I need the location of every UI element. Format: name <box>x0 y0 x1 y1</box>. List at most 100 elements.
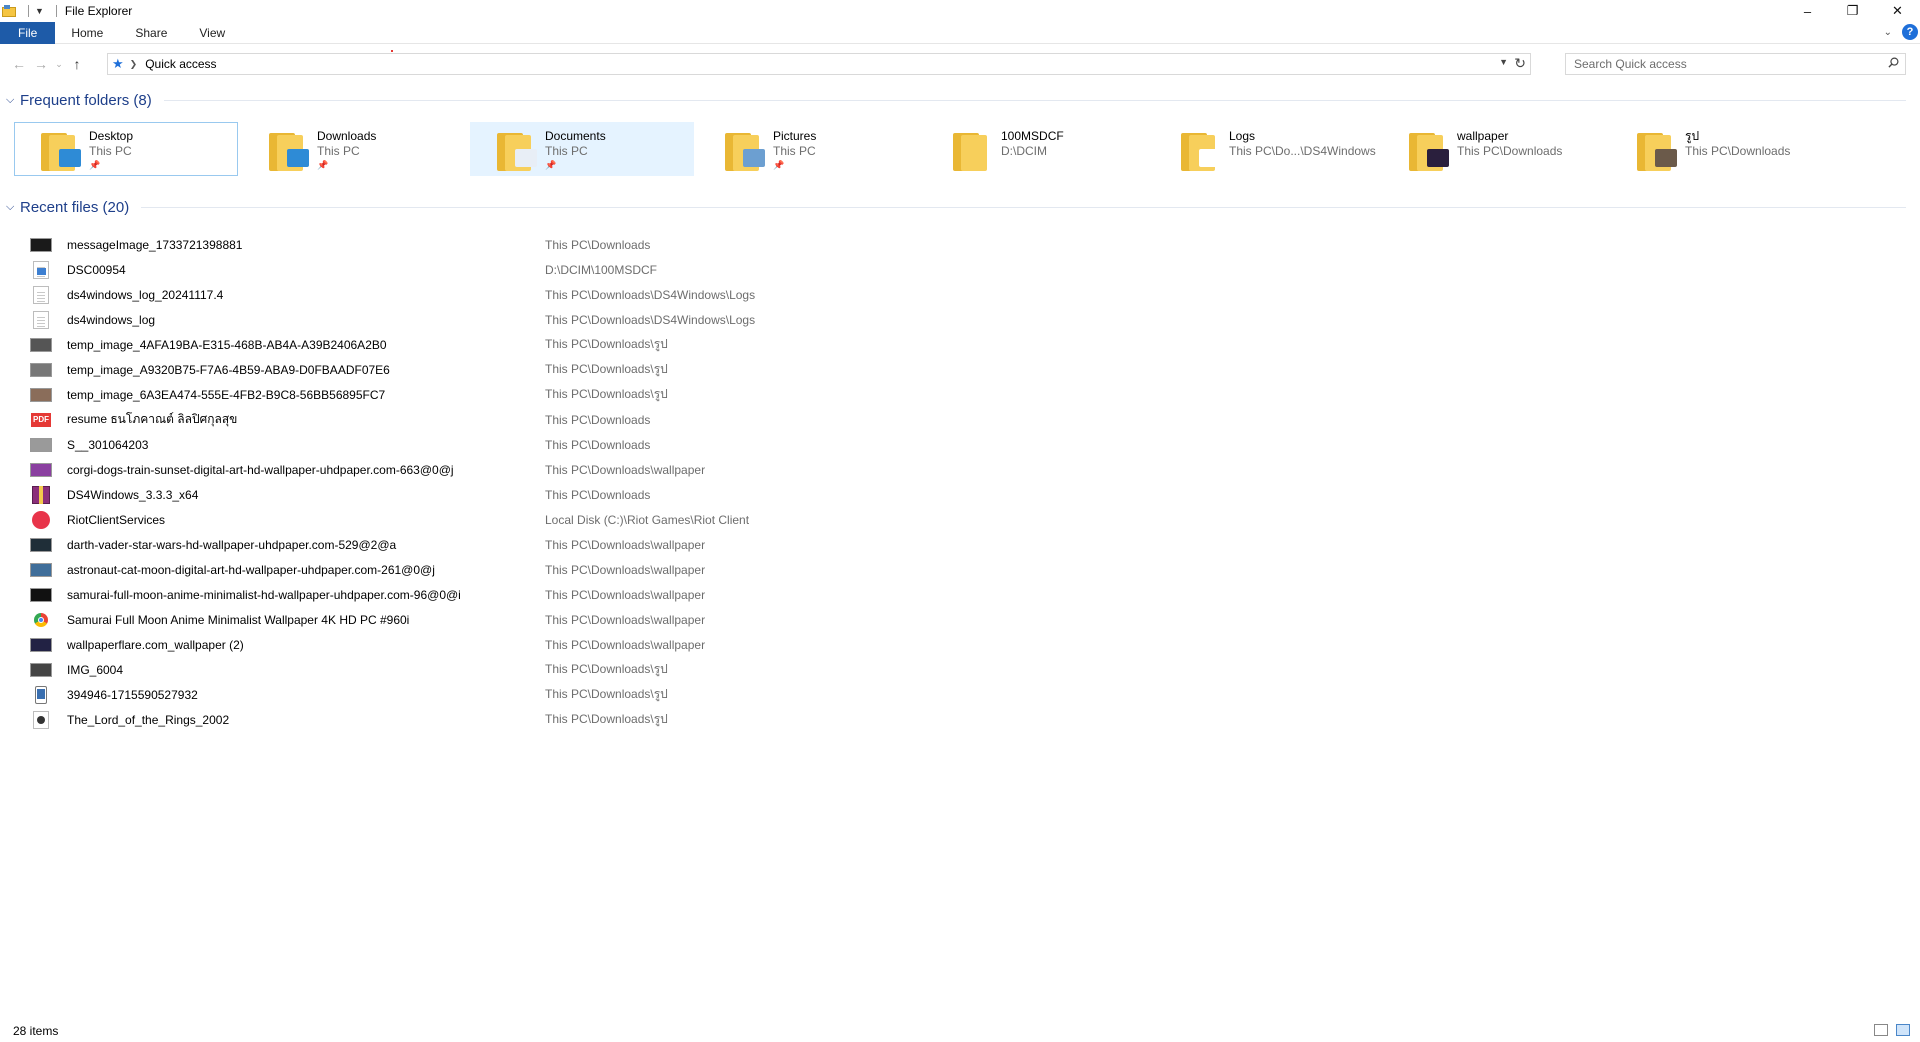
file-name: resume ธนโภคาณต์ ลิลปิศกุลสุข <box>67 412 238 426</box>
file-location: This PC\Downloads\รูป <box>545 337 668 351</box>
file-name: temp_image_4AFA19BA-E315-468B-AB4A-A39B2… <box>67 337 387 352</box>
file-name: temp_image_A9320B75-F7A6-4B59-ABA9-D0FBA… <box>67 362 390 377</box>
file-name: temp_image_6A3EA474-555E-4FB2-B9C8-56BB5… <box>67 387 386 402</box>
text-file-icon <box>33 310 49 329</box>
file-row[interactable]: temp_image_4AFA19BA-E315-468B-AB4A-A39B2… <box>30 332 1030 357</box>
minimize-button[interactable]: – <box>1785 0 1830 22</box>
file-row[interactable]: 394946-1715590527932 This PC\Downloads\รู… <box>30 682 1030 707</box>
file-row[interactable]: temp_image_6A3EA474-555E-4FB2-B9C8-56BB5… <box>30 382 1030 407</box>
folder-icon <box>1179 127 1223 171</box>
file-row[interactable]: DSC00954 D:\DCIM\100MSDCF <box>30 257 1030 282</box>
search-icon[interactable] <box>1888 57 1899 68</box>
breadcrumb-quick-access[interactable]: Quick access <box>145 57 216 71</box>
folder-name: 100MSDCF <box>1001 129 1064 143</box>
recent-files-header[interactable]: ⌵ Recent files (20) <box>6 199 1906 216</box>
file-explorer-app-icon[interactable] <box>2 5 16 17</box>
image-thumb-icon <box>30 461 52 479</box>
folder-location: This PC <box>545 144 588 158</box>
folder-name: Logs <box>1229 129 1256 143</box>
folder-icon <box>1635 127 1679 171</box>
forward-arrow-icon[interactable]: → <box>30 53 52 75</box>
file-row[interactable]: samurai-full-moon-anime-minimalist-hd-wa… <box>30 582 1030 607</box>
folder-tile-6[interactable]: Logs This PC\Do...\DS4Windows <box>1154 122 1378 176</box>
phone-image-icon <box>30 685 52 704</box>
file-row[interactable]: ds4windows_log_20241117.4 This PC\Downloa… <box>30 282 1030 307</box>
file-row[interactable]: ds4windows_log This PC\Downloads\DS4Windo… <box>30 307 1030 332</box>
collapse-chevron-icon[interactable]: ⌵ <box>6 94 20 107</box>
tab-view[interactable]: View <box>183 22 241 44</box>
address-bar[interactable]: ★ ❯ Quick access ▼ ↻ <box>107 53 1531 75</box>
folder-tile-3[interactable]: Documents This PC 📌 <box>470 122 694 176</box>
up-arrow-icon[interactable]: ↑ <box>66 53 88 75</box>
customize-toolbar-chevron-icon[interactable]: ▼ <box>35 6 44 16</box>
file-row[interactable]: astronaut-cat-moon-digital-art-hd-wallpa… <box>30 557 1030 582</box>
file-name: RiotClientServices <box>67 512 166 527</box>
image-thumb-icon <box>30 586 52 604</box>
file-row[interactable]: DS4Windows_3.3.3_x64 This PC\Downloads <box>30 482 1030 507</box>
file-row[interactable]: wallpaperflare.com_wallpaper (2) This PC\… <box>30 632 1030 657</box>
file-row[interactable]: The_Lord_of_the_Rings_2002 This PC\Downlo… <box>30 707 1030 732</box>
media-file-icon <box>30 710 52 729</box>
file-name: S__301064203 <box>67 437 149 452</box>
details-view-icon[interactable] <box>1874 1024 1888 1036</box>
file-name: Samurai Full Moon Anime Minimalist Wallp… <box>67 612 410 627</box>
file-row[interactable]: Samurai Full Moon Anime Minimalist Wallp… <box>30 607 1030 632</box>
folder-icon <box>951 127 995 171</box>
help-icon[interactable]: ? <box>1902 24 1918 40</box>
folder-icon <box>495 127 539 171</box>
refresh-icon[interactable]: ↻ <box>1514 55 1526 72</box>
folder-tile-7[interactable]: wallpaper This PC\Downloads <box>1382 122 1606 176</box>
file-location: This PC\Downloads\รูป <box>545 687 668 701</box>
file-row[interactable]: IMG_6004 This PC\Downloads\รูป <box>30 657 1030 682</box>
address-history-chevron-icon[interactable]: ▼ <box>1499 57 1508 67</box>
section-divider <box>163 100 1906 101</box>
folder-tile-2[interactable]: Downloads This PC 📌 <box>242 122 466 176</box>
pin-icon[interactable]: 📌 <box>773 159 816 171</box>
tab-file[interactable]: File <box>0 21 56 44</box>
pin-icon[interactable]: 📌 <box>545 159 606 171</box>
folder-tile-8[interactable]: รูป This PC\Downloads <box>1610 122 1834 176</box>
frequent-folders-grid: Desktop This PC 📌 Downloads This PC 📌 Document… <box>14 122 1904 176</box>
file-row[interactable]: temp_image_A9320B75-F7A6-4B59-ABA9-D0FBA… <box>30 357 1030 382</box>
search-input[interactable] <box>1574 57 1874 71</box>
image-thumb-icon <box>30 661 52 679</box>
collapse-chevron-icon[interactable]: ⌵ <box>6 201 20 214</box>
breadcrumb-chevron-icon[interactable]: ❯ <box>130 59 138 70</box>
restore-button[interactable]: ❐ <box>1830 0 1875 22</box>
close-button[interactable]: ✕ <box>1875 0 1920 22</box>
text-file-icon <box>33 285 49 304</box>
recent-locations-chevron-icon[interactable]: ⌄ <box>52 53 66 75</box>
file-name: samurai-full-moon-anime-minimalist-hd-wa… <box>67 587 461 602</box>
back-arrow-icon[interactable]: ← <box>8 53 30 75</box>
large-icons-view-icon[interactable] <box>1896 1024 1910 1036</box>
image-thumb-icon <box>30 536 52 554</box>
toolbar-separator <box>55 5 57 17</box>
frequent-folders-header[interactable]: ⌵ Frequent folders (8) <box>6 92 1906 109</box>
file-location: This PC\Downloads <box>545 487 651 502</box>
pin-icon[interactable]: 📌 <box>317 159 376 171</box>
pin-icon[interactable]: 📌 <box>89 159 133 171</box>
file-row[interactable]: PDF resume ธนโภคาณต์ ลิลปิศกุลสุข This PC\… <box>30 407 1030 432</box>
image-thumb-icon <box>30 561 52 579</box>
file-name: darth-vader-star-wars-hd-wallpaper-uhdpa… <box>67 537 397 552</box>
file-row[interactable]: corgi-dogs-train-sunset-digital-art-hd-w… <box>30 457 1030 482</box>
folder-icon <box>39 127 83 171</box>
file-row[interactable]: messageImage_1733721398881 This PC\Downlo… <box>30 232 1030 257</box>
folder-tile-1[interactable]: Desktop This PC 📌 <box>14 122 238 176</box>
file-location: This PC\Downloads\รูป <box>545 387 668 401</box>
folder-tile-5[interactable]: 100MSDCF D:\DCIM <box>926 122 1150 176</box>
search-box[interactable] <box>1565 53 1906 75</box>
toolbar-separator <box>28 5 29 17</box>
file-row[interactable]: S__301064203 This PC\Downloads <box>30 432 1030 457</box>
file-row[interactable]: RiotClientServices Local Disk (C:)\Riot G… <box>30 507 1030 532</box>
tab-home[interactable]: Home <box>55 22 119 44</box>
photo-file-icon <box>33 260 49 279</box>
window-controls: – ❐ ✕ <box>1785 0 1920 22</box>
riot-app-icon <box>30 510 52 529</box>
file-row[interactable]: darth-vader-star-wars-hd-wallpaper-uhdpa… <box>30 532 1030 557</box>
file-name: astronaut-cat-moon-digital-art-hd-wallpa… <box>67 562 435 577</box>
tab-share[interactable]: Share <box>119 22 183 44</box>
folder-tile-4[interactable]: Pictures This PC 📌 <box>698 122 922 176</box>
expand-ribbon-chevron-icon[interactable]: ⌄ <box>1884 27 1892 38</box>
file-name: messageImage_1733721398881 <box>67 237 243 252</box>
